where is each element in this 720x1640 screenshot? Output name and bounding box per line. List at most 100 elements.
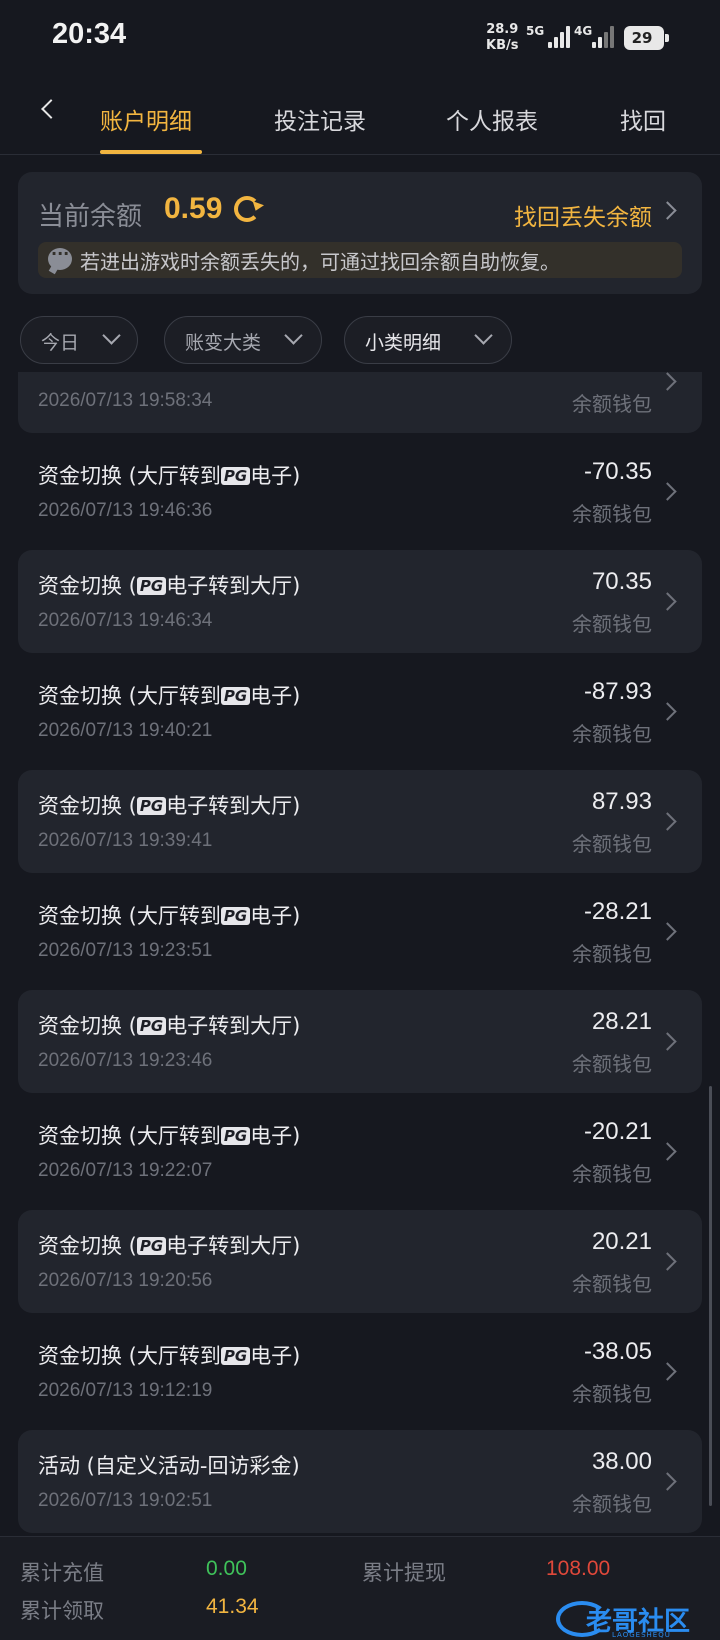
transaction-amount: -28.21 [583,898,652,925]
transaction-amount: -70.35 [583,458,652,485]
transaction-row[interactable]: 资金切换 (大厅转到 PG 电子) 2026/07/13 19:23:51 -28.21… [18,880,702,983]
notice-text: 若进出游戏时余额丢失的，可通过找回余额自助恢复。 [80,250,560,274]
chevron-down-icon [474,326,493,345]
transaction-row[interactable]: 资金切换 (大厅转到 PG 电子) 2026/07/13 19:22:07 -20.21… [18,1100,702,1203]
transaction-title-suffix: 电子) [250,904,301,928]
balance-value: 0.59 [164,192,223,225]
chevron-right-icon[interactable] [658,1472,677,1491]
chevron-right-icon[interactable] [658,1032,677,1051]
transaction-title-text: 资金切换 ( [38,1014,137,1038]
transaction-row[interactable]: 2026/07/13 19:58:34 余额钱包 [18,372,702,433]
claim-total-value: 41.34 [206,1595,259,1618]
pg-logo-icon: PG [136,797,167,815]
transaction-title: 资金切换 (PG 电子转到大厅) [38,1230,300,1260]
transaction-title-suffix: 电子) [250,464,301,488]
transaction-row[interactable]: 资金切换 (大厅转到 PG 电子) 2026/07/13 19:46:36 -70.35… [18,440,702,543]
transaction-time: 2026/07/13 19:39:41 [38,830,213,851]
chevron-right-icon[interactable] [658,482,677,501]
scrollbar[interactable] [709,1086,712,1506]
claim-total-label: 累计领取 [20,1599,104,1623]
filter-category[interactable]: 账变大类 [164,316,322,364]
transaction-title-text: 资金切换 (大厅转到 [38,1344,221,1368]
net-speed-value: 28.9 [486,22,519,37]
transaction-title-text: 资金切换 ( [38,574,137,598]
pg-logo-icon: PG [220,907,251,925]
transaction-amount: 28.21 [591,1008,652,1035]
watermark-sub: LAOGESHEQU [612,1631,671,1639]
signal-5g-icon [548,26,570,48]
transaction-title: 活动 (自定义活动-回访彩金) [38,1450,300,1480]
transaction-time: 2026/07/13 19:02:51 [38,1490,213,1511]
transaction-row[interactable]: 资金切换 (大厅转到 PG 电子) 2026/07/13 19:40:21 -87.93… [18,660,702,763]
transaction-row[interactable]: 资金切换 (PG 电子转到大厅) 2026/07/13 19:46:34 70.35 余… [18,550,702,653]
transaction-title: 资金切换 (大厅转到 PG 电子) [38,1120,300,1150]
chevron-right-icon[interactable] [658,372,677,391]
chevron-right-icon[interactable] [658,1362,677,1381]
transaction-wallet: 余额钱包 [572,942,652,966]
transaction-wallet: 余额钱包 [572,1162,652,1186]
chevron-right-icon[interactable] [658,592,677,611]
transaction-title: 资金切换 (大厅转到 PG 电子) [38,900,300,930]
refresh-icon[interactable] [234,196,260,222]
transaction-time: 2026/07/13 19:12:19 [38,1380,213,1401]
tab-bet-records[interactable]: 投注记录 [274,102,366,136]
transaction-wallet: 余额钱包 [572,392,652,416]
transaction-title-text: 活动 (自定义活动-回访彩金) [38,1454,300,1478]
chevron-right-icon[interactable] [658,812,677,831]
transaction-title-text: 资金切换 (大厅转到 [38,464,221,488]
transaction-wallet: 余额钱包 [572,1492,652,1516]
transaction-row[interactable]: 资金切换 (PG 电子转到大厅) 2026/07/13 19:39:41 87.93 余… [18,770,702,873]
transaction-row[interactable]: 资金切换 (PG 电子转到大厅) 2026/07/13 19:20:56 20.21 余… [18,1210,702,1313]
chevron-right-icon[interactable] [658,1252,677,1271]
tab-personal-report[interactable]: 个人报表 [446,102,538,136]
recover-balance-link[interactable]: 找回丢失余额 [514,198,652,232]
transaction-amount: 70.35 [591,568,652,595]
transaction-title-text: 资金切换 (大厅转到 [38,684,221,708]
transaction-row[interactable]: 资金切换 (大厅转到 PG 电子) 2026/07/13 19:12:19 -38.05… [18,1320,702,1423]
deposit-total-label: 累计充值 [20,1561,104,1585]
transaction-title-suffix: 电子) [250,684,301,708]
transaction-amount: -38.05 [583,1338,652,1365]
back-button[interactable] [30,92,66,128]
filter-subcategory[interactable]: 小类明细 [344,316,512,364]
transaction-title: 资金切换 (大厅转到 PG 电子) [38,680,300,710]
transaction-row[interactable]: 资金切换 (PG 电子转到大厅) 2026/07/13 19:23:46 28.21 余… [18,990,702,1093]
transaction-list: 2026/07/13 19:58:34 余额钱包 资金切换 (大厅转到 PG 电子) 20… [0,372,720,1536]
tab-recover[interactable]: 找回 [620,102,720,136]
transaction-time: 2026/07/13 19:23:51 [38,940,213,961]
withdraw-total-label: 累计提现 [362,1561,446,1585]
chat-bubble-icon [48,244,72,270]
filter-subcategory-label: 小类明细 [365,332,442,354]
active-tab-indicator [100,150,202,154]
transaction-title: 资金切换 (大厅转到 PG 电子) [38,460,300,490]
signal-4g-label: 4G [574,24,593,38]
deposit-total-value: 0.00 [206,1557,247,1580]
signal-5g-label: 5G [526,24,545,38]
transaction-amount: -20.21 [583,1118,652,1145]
transaction-amount: 20.21 [591,1228,652,1255]
transaction-title-suffix: 电子转到大厅) [166,1014,301,1038]
transaction-amount: 38.00 [591,1448,652,1475]
pg-logo-icon: PG [220,1127,251,1145]
transaction-wallet: 余额钱包 [572,612,652,636]
chevron-right-icon[interactable] [658,922,677,941]
pg-logo-icon: PG [136,577,167,595]
watermark-logo: 老哥社区 LAOGESHEQU [556,1599,706,1639]
transaction-time: 2026/07/13 19:46:34 [38,610,213,631]
top-nav: 账户明细 投注记录 个人报表 找回 [0,80,720,155]
signal-4g-icon [592,26,614,48]
transaction-list-viewport[interactable]: 2026/07/13 19:58:34 余额钱包 资金切换 (大厅转到 PG 电子) 20… [0,372,720,1536]
filter-date-label: 今日 [41,332,80,354]
transaction-title: 资金切换 (大厅转到 PG 电子) [38,1340,300,1370]
chevron-right-icon[interactable] [658,201,677,220]
filter-date[interactable]: 今日 [20,316,138,364]
transaction-row[interactable]: 活动 (自定义活动-回访彩金) 2026/07/13 19:02:51 38.00 余… [18,1430,702,1533]
chevron-right-icon[interactable] [658,702,677,721]
chevron-right-icon[interactable] [658,1142,677,1161]
transaction-title-suffix: 电子) [250,1344,301,1368]
tab-account-details[interactable]: 账户明细 [100,102,192,136]
transaction-wallet: 余额钱包 [572,722,652,746]
transaction-amount: 87.93 [591,788,652,815]
transaction-title: 资金切换 (PG 电子转到大厅) [38,1010,300,1040]
transaction-time: 2026/07/13 19:58:34 [38,390,213,411]
